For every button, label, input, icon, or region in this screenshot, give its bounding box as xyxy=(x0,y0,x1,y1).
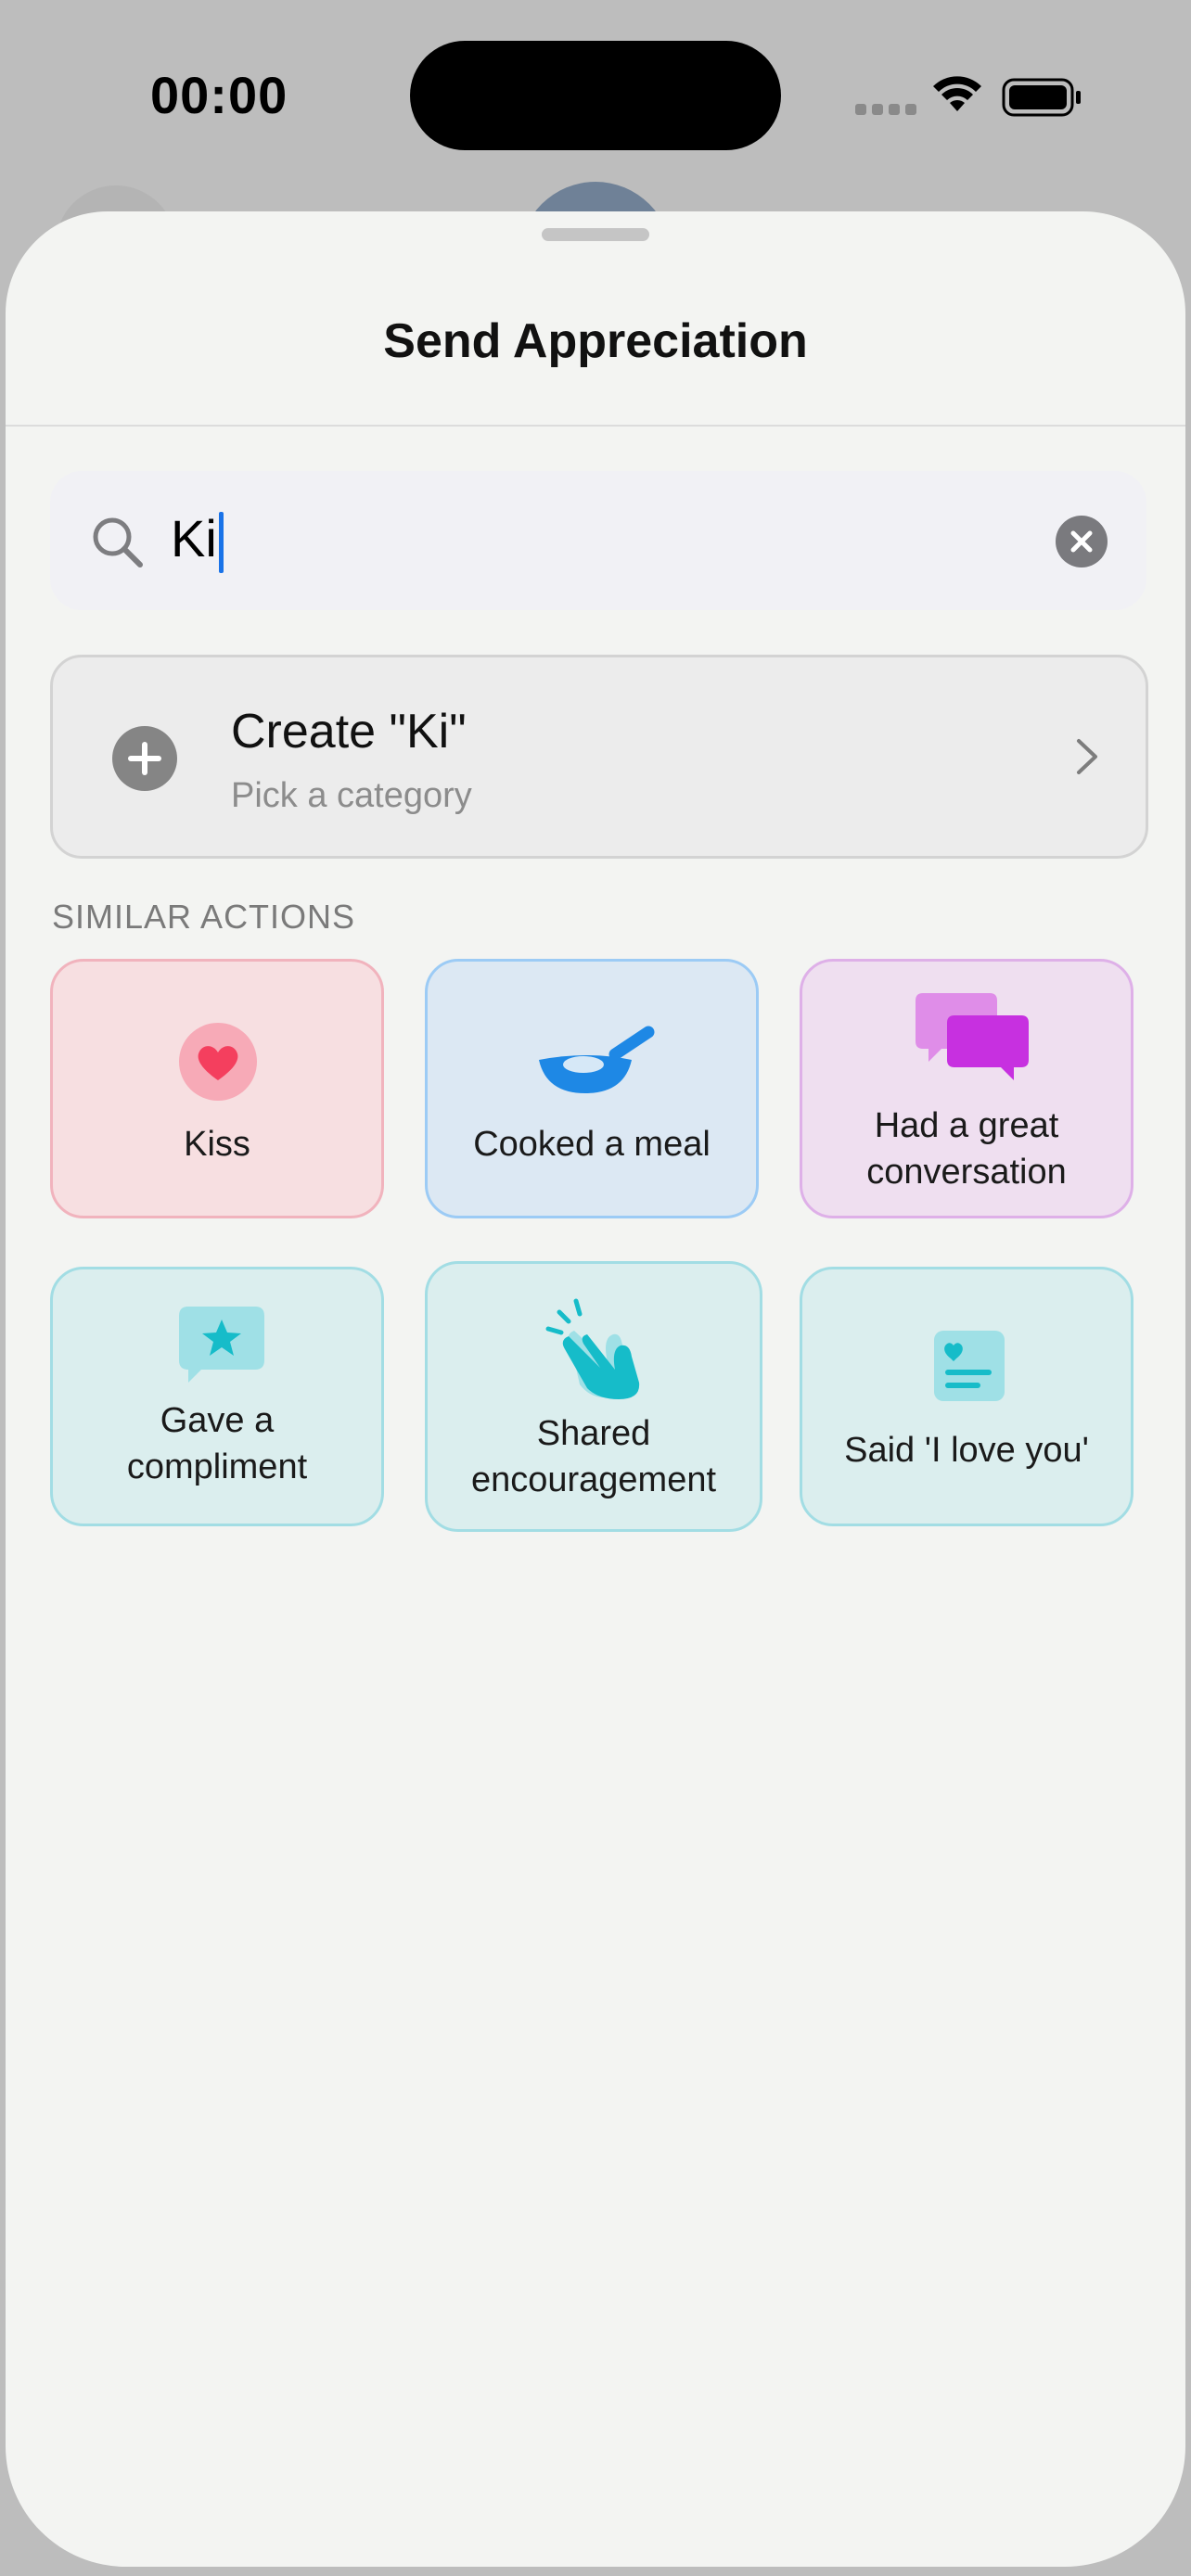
love-note-icon xyxy=(934,1331,1005,1401)
action-tile-said-i-love-you[interactable]: Said 'I love you' xyxy=(800,1267,1133,1526)
frying-pan-icon xyxy=(539,1026,655,1093)
chevron-right-icon xyxy=(1077,739,1097,774)
header-divider xyxy=(6,425,1185,427)
action-tile-cooked-a-meal[interactable]: Cooked a meal xyxy=(425,959,759,1218)
action-tile-gave-a-compliment[interactable]: Gave a compliment xyxy=(50,1267,384,1526)
sheet-grabber[interactable] xyxy=(542,228,649,241)
speech-bubbles-icon xyxy=(916,993,1029,1080)
create-subtitle: Pick a category xyxy=(231,776,472,815)
text-caret xyxy=(218,512,224,574)
star-bubble-icon xyxy=(179,1307,264,1383)
search-input[interactable]: Ki xyxy=(171,508,224,574)
status-bar: 00:00 xyxy=(0,0,1191,195)
action-label: Had a great conversation xyxy=(866,1106,1067,1192)
clear-search-button[interactable] xyxy=(1056,516,1108,567)
create-title: Create "Ki" xyxy=(231,705,467,759)
action-label: Kiss xyxy=(184,1125,250,1164)
status-time: 00:00 xyxy=(150,66,288,124)
action-tile-shared-encouragement[interactable]: Shared encouragement xyxy=(425,1261,762,1532)
section-header: SIMILAR ACTIONS xyxy=(52,898,356,936)
appreciation-sheet: Send Appreciation Ki Create "Ki" Pick a … xyxy=(6,211,1185,2567)
sheet-title: Send Appreciation xyxy=(383,314,808,368)
heart-icon xyxy=(179,1023,257,1101)
magnifier-icon xyxy=(93,517,143,567)
action-label: Said 'I love you' xyxy=(844,1431,1089,1470)
plus-circle-icon xyxy=(112,726,177,791)
action-tile-kiss[interactable]: Kiss xyxy=(50,959,384,1218)
action-label: Shared encouragement xyxy=(470,1414,717,1499)
cellular-signal-icon xyxy=(855,104,916,115)
action-label: Gave a compliment xyxy=(126,1401,308,1486)
search-field[interactable]: Ki xyxy=(50,471,1146,610)
action-label: Cooked a meal xyxy=(473,1125,711,1164)
xmark-circle-icon xyxy=(1070,530,1093,553)
clapping-hands-icon xyxy=(545,1298,640,1399)
create-action-button[interactable]: Create "Ki" Pick a category xyxy=(50,655,1148,859)
dynamic-island xyxy=(410,41,781,150)
battery-icon xyxy=(1002,78,1081,117)
search-value: Ki xyxy=(171,509,217,567)
action-tile-had-a-great-conversation[interactable]: Had a great conversation xyxy=(800,959,1133,1218)
wifi-icon xyxy=(933,76,981,111)
